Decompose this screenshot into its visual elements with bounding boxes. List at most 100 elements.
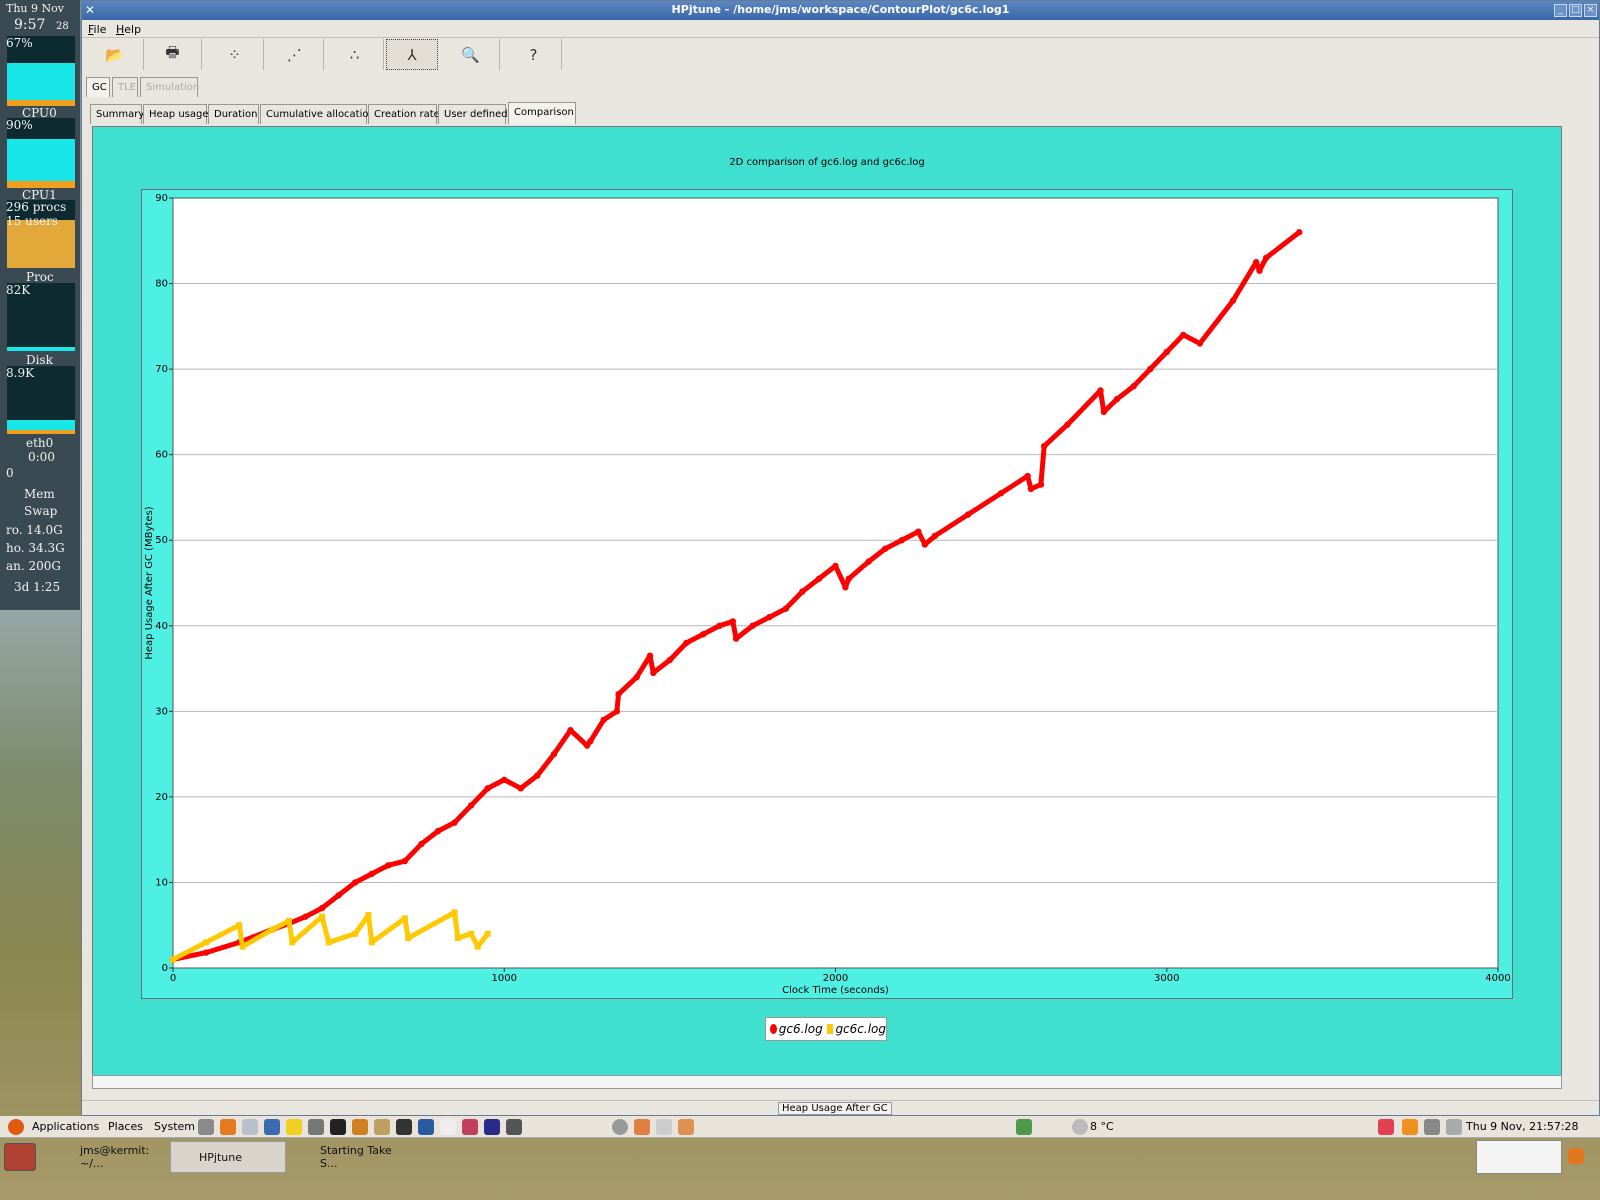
data-point — [236, 922, 243, 929]
y-axis-label: Heap Usage After GC (MBytes) — [144, 506, 155, 659]
tray-icon-1[interactable] — [1378, 1119, 1394, 1135]
net-zero: 0 — [6, 466, 14, 480]
menu-applications[interactable]: Applications — [32, 1120, 99, 1133]
tab-gc[interactable]: GC — [86, 77, 110, 97]
net-label: eth0 — [26, 436, 54, 450]
data-point — [842, 584, 849, 591]
tray-icon-2[interactable] — [1402, 1119, 1418, 1135]
data-point — [285, 917, 292, 924]
drive-icon[interactable] — [656, 1119, 672, 1135]
proc-label: Proc — [26, 270, 54, 284]
tab-user-defined[interactable]: User defined — [438, 104, 508, 124]
data-point — [351, 879, 359, 886]
media-icon[interactable] — [462, 1119, 478, 1135]
uptime: 3d 1:25 — [14, 580, 61, 594]
horizontal-scrollbar[interactable] — [92, 1075, 1562, 1089]
status-bar: Heap Usage After GC — [82, 1100, 1599, 1116]
data-point — [501, 776, 508, 783]
data-point — [567, 726, 574, 734]
show-desktop-icon[interactable] — [4, 1143, 36, 1171]
menu-places[interactable]: Places — [108, 1120, 143, 1133]
battery-icon[interactable] — [1016, 1119, 1032, 1135]
calendar-icon[interactable] — [678, 1119, 694, 1135]
monitor-icon[interactable] — [506, 1119, 522, 1135]
data-point — [405, 935, 412, 942]
connected-points-icon[interactable]: ⋰ — [266, 39, 324, 70]
open-folder-icon[interactable]: 📂 — [86, 39, 144, 70]
tab-simulation[interactable]: Simulation — [140, 77, 199, 97]
email-icon[interactable] — [242, 1119, 258, 1135]
tab-duration[interactable]: Duration — [208, 104, 259, 124]
terminal-icon[interactable] — [330, 1119, 346, 1135]
volume-icon[interactable] — [1446, 1119, 1462, 1135]
data-point — [650, 669, 657, 677]
data-point — [517, 785, 525, 792]
tab-summary[interactable]: Summary — [90, 104, 144, 124]
print-icon[interactable]: 🖶 — [144, 39, 202, 70]
weather-icon[interactable] — [1072, 1119, 1088, 1135]
home-icon[interactable] — [308, 1119, 324, 1135]
data-point — [600, 716, 607, 724]
data-point — [484, 930, 491, 937]
tab-heap-usage[interactable]: Heap usage — [143, 104, 209, 124]
zoom-icon[interactable]: 🔍 — [442, 39, 500, 70]
data-point — [1196, 340, 1204, 347]
firefox-icon[interactable] — [220, 1119, 236, 1135]
data-point — [881, 545, 889, 552]
points-icon[interactable]: ∴ — [326, 39, 384, 70]
legend-marker-gc6 — [770, 1024, 777, 1034]
menu-help[interactable]: Help — [116, 23, 141, 36]
tab-tle[interactable]: TLE — [112, 77, 138, 97]
plot-frame — [172, 197, 1499, 969]
task-hpjtune[interactable]: HPjtune — [170, 1141, 286, 1173]
record-icon[interactable] — [612, 1119, 628, 1135]
data-point — [269, 926, 276, 933]
filesystem-root: ro. 14.0G — [6, 523, 63, 537]
panel-clock[interactable]: Thu 9 Nov, 21:57:28 — [1466, 1120, 1579, 1133]
swap-label: Swap — [24, 504, 58, 518]
maximize-button[interactable]: □ — [1569, 4, 1582, 17]
mail-icon[interactable] — [374, 1119, 390, 1135]
data-point — [915, 528, 922, 535]
task-terminal[interactable]: jms@kermit: ~/... — [52, 1141, 164, 1173]
tab-comparison[interactable]: Comparison — [508, 102, 576, 124]
ubuntu-logo-icon[interactable] — [8, 1119, 24, 1135]
net-value: 0:00 — [28, 450, 55, 464]
data-point — [646, 652, 654, 659]
network-icon[interactable] — [418, 1119, 434, 1135]
data-point — [964, 511, 972, 518]
data-point — [451, 909, 458, 916]
scatter-plot-icon[interactable]: ⁘ — [206, 39, 264, 70]
menu-file[interactable]: File — [88, 23, 106, 36]
monitor-seconds: 28 — [56, 21, 69, 32]
disk-value: 8.9K — [6, 366, 35, 380]
minimize-button[interactable]: _ — [1554, 4, 1567, 17]
tab-cumulative-allocation[interactable]: Cumulative allocation — [260, 104, 375, 124]
close-button[interactable]: × — [1584, 4, 1597, 17]
monitor-date: Thu 9 Nov — [6, 2, 64, 15]
launcher-icon[interactable] — [198, 1119, 214, 1135]
axes-icon[interactable]: ⅄ — [386, 39, 438, 70]
data-point — [1180, 331, 1187, 339]
update-icon[interactable] — [634, 1119, 650, 1135]
tab-creation-rate[interactable]: Creation rate — [368, 104, 440, 124]
data-point — [766, 614, 773, 621]
task-take-screenshot[interactable]: Starting Take S... — [292, 1141, 412, 1173]
menu-system[interactable]: System — [154, 1120, 195, 1133]
trash-icon[interactable] — [1568, 1148, 1584, 1164]
app-launcher-icon[interactable] — [396, 1119, 412, 1135]
tools-icon[interactable] — [352, 1119, 368, 1135]
data-point — [749, 622, 756, 629]
workspace-switcher[interactable] — [1476, 1140, 1562, 1174]
data-point — [451, 819, 458, 826]
hint-icon[interactable] — [286, 1119, 302, 1135]
help-icon[interactable]: ? — [506, 39, 562, 70]
title-bar[interactable]: ✕ HPjtune - /home/jms/workspace/ContourP… — [82, 1, 1599, 20]
notes-icon[interactable] — [440, 1119, 456, 1135]
printer-tray-icon[interactable] — [1424, 1119, 1440, 1135]
menu-bar: File Help — [82, 20, 1599, 38]
data-point — [202, 949, 210, 956]
x-tick-label: 3000 — [1154, 973, 1179, 984]
eclipse-icon[interactable] — [484, 1119, 500, 1135]
help-launcher-icon[interactable] — [264, 1119, 280, 1135]
